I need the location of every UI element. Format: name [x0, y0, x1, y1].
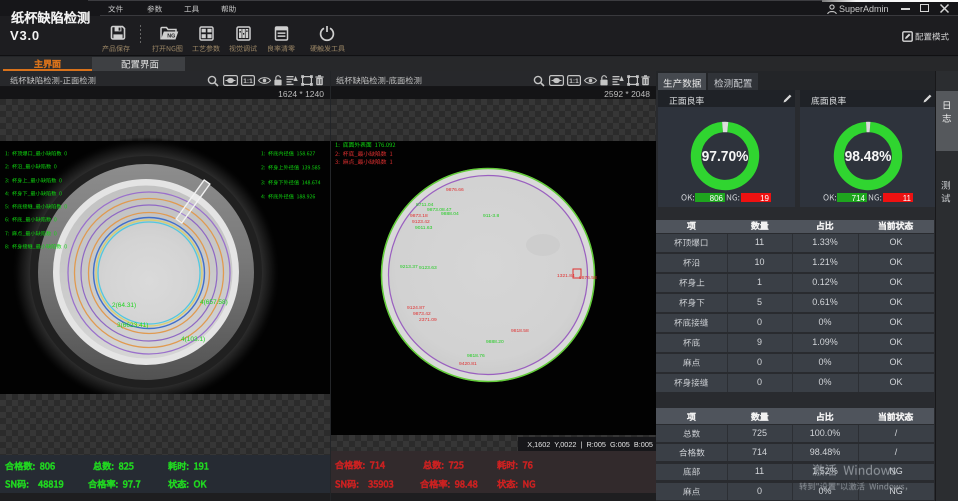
svg-text:9818.76: 9818.76 [467, 353, 485, 359]
svg-text:1321.84: 1321.84 [557, 273, 575, 279]
svg-text:9123.63: 9123.63 [419, 265, 437, 271]
svg-text:9123.42: 9123.42 [412, 219, 430, 225]
svg-text:9873.18: 9873.18 [410, 213, 428, 219]
svg-text:1:1: 1:1 [243, 78, 253, 85]
svg-text:9888.20: 9888.20 [486, 339, 504, 345]
svg-text:9818.58: 9818.58 [511, 328, 529, 334]
svg-text:9876.66: 9876.66 [446, 187, 464, 193]
svg-text:9888.04: 9888.04 [441, 211, 459, 217]
svg-text:9873.42: 9873.42 [413, 311, 431, 317]
svg-text:4(657.58): 4(657.58) [200, 299, 228, 306]
svg-text:2(64.31): 2(64.31) [112, 302, 136, 309]
svg-text:4(103.1): 4(103.1) [181, 336, 205, 343]
svg-text:9420.81: 9420.81 [459, 361, 477, 367]
svg-text:2371.09: 2371.09 [419, 317, 437, 323]
svg-text:3(6623.41): 3(6623.41) [117, 322, 148, 329]
svg-text:9124.87: 9124.87 [407, 305, 425, 311]
svg-text:1:1: 1:1 [569, 78, 579, 85]
svg-text:9213.37: 9213.37 [400, 264, 418, 270]
svg-text:NG: NG [167, 34, 175, 40]
svg-text:9876.58: 9876.58 [579, 275, 597, 281]
svg-text:9011.63: 9011.63 [415, 225, 433, 231]
svg-text:911-3.8: 911-3.8 [483, 213, 500, 219]
